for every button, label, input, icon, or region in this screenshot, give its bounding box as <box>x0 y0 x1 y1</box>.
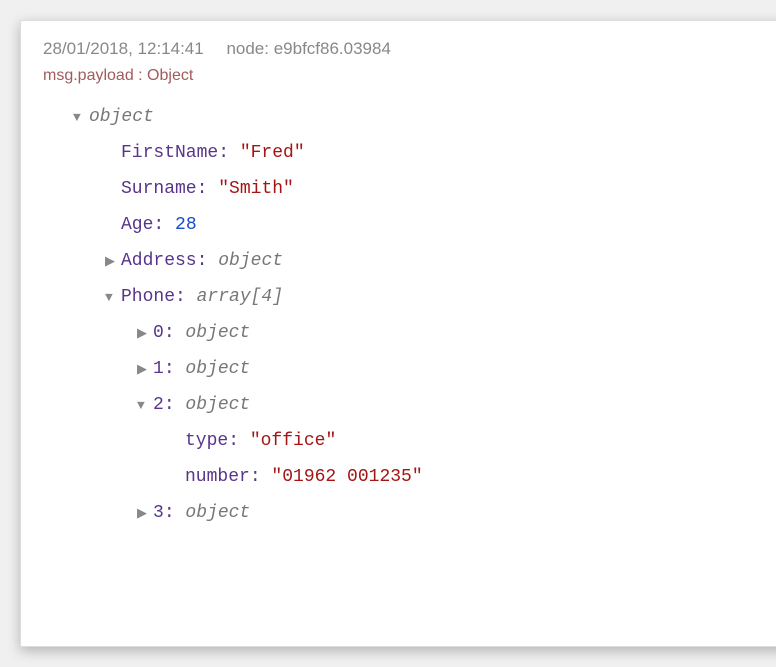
key-label: 2 <box>153 387 164 423</box>
type-label: object <box>185 387 250 423</box>
string-value: "01962 001235" <box>271 459 422 495</box>
key-label: Age <box>121 207 153 243</box>
string-value: "Fred" <box>240 135 305 171</box>
tree-row-address[interactable]: Address: object <box>43 243 773 279</box>
type-label: object <box>89 99 154 135</box>
key-label: 3 <box>153 495 164 531</box>
key-label: Address <box>121 243 197 279</box>
tree-row-surname[interactable]: Surname: "Smith" <box>43 171 773 207</box>
timestamp: 28/01/2018, 12:14:41 <box>43 39 204 58</box>
type-label: array[4] <box>197 279 283 315</box>
chevron-right-icon[interactable] <box>137 501 151 527</box>
key-label: Surname <box>121 171 197 207</box>
object-tree: object FirstName: "Fred" Surname: "Smith… <box>43 99 773 531</box>
payload-path[interactable]: msg.payload : Object <box>43 67 773 85</box>
chevron-right-icon[interactable] <box>105 249 119 275</box>
string-value: "Smith" <box>218 171 294 207</box>
debug-panel: 28/01/2018, 12:14:41 node: e9bfcf86.0398… <box>20 20 776 647</box>
key-label: type <box>185 423 228 459</box>
key-label: 1 <box>153 351 164 387</box>
node-id: node: e9bfcf86.03984 <box>226 39 390 58</box>
type-label: object <box>218 243 283 279</box>
number-value: 28 <box>175 207 197 243</box>
type-label: object <box>185 315 250 351</box>
string-value: "office" <box>250 423 336 459</box>
key-label: FirstName <box>121 135 218 171</box>
tree-row-phone-2-number[interactable]: number: "01962 001235" <box>43 459 773 495</box>
chevron-down-icon[interactable] <box>137 393 151 419</box>
key-label: Phone <box>121 279 175 315</box>
chevron-down-icon[interactable] <box>73 105 87 131</box>
tree-row-phone-0[interactable]: 0: object <box>43 315 773 351</box>
debug-header: 28/01/2018, 12:14:41 node: e9bfcf86.0398… <box>43 39 773 59</box>
tree-row-firstname[interactable]: FirstName: "Fred" <box>43 135 773 171</box>
type-label: object <box>185 495 250 531</box>
chevron-right-icon[interactable] <box>137 357 151 383</box>
key-label: 0 <box>153 315 164 351</box>
tree-row-phone-1[interactable]: 1: object <box>43 351 773 387</box>
tree-row-phone-2-type[interactable]: type: "office" <box>43 423 773 459</box>
tree-row-phone-2[interactable]: 2: object <box>43 387 773 423</box>
key-label: number <box>185 459 250 495</box>
tree-root[interactable]: object <box>43 99 773 135</box>
type-label: object <box>185 351 250 387</box>
tree-row-phone[interactable]: Phone: array[4] <box>43 279 773 315</box>
tree-row-age[interactable]: Age: 28 <box>43 207 773 243</box>
chevron-right-icon[interactable] <box>137 321 151 347</box>
chevron-down-icon[interactable] <box>105 285 119 311</box>
tree-row-phone-3[interactable]: 3: object <box>43 495 773 531</box>
